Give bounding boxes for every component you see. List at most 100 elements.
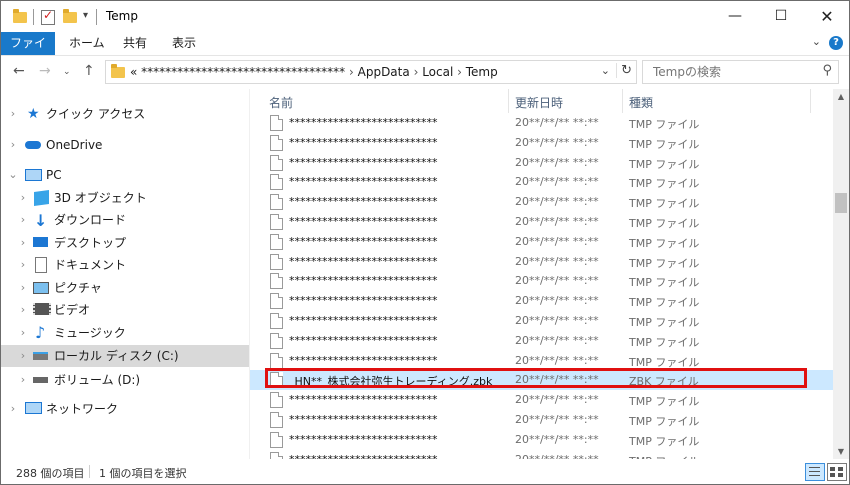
file-row[interactable]: ***************************20**/**/** **…: [250, 172, 833, 192]
file-row[interactable]: ***************************20**/**/** **…: [250, 410, 833, 430]
file-row[interactable]: ***************************20**/**/** **…: [250, 450, 833, 459]
nav-label: ドキュメント: [54, 258, 127, 272]
nav-pc[interactable]: ⌄ PC: [1, 164, 249, 186]
maximize-button[interactable]: ☐: [758, 1, 804, 32]
breadcrumb-appdata[interactable]: AppData: [358, 65, 410, 79]
column-name[interactable]: 名前: [269, 94, 293, 111]
file-type: ZBK ファイル: [629, 375, 699, 389]
expand-chevron-icon[interactable]: ›: [7, 398, 19, 420]
nav-videos[interactable]: › ビデオ: [1, 299, 249, 321]
forward-arrow-icon[interactable]: →: [39, 63, 51, 79]
column-date[interactable]: 更新日時: [515, 94, 563, 111]
file-row[interactable]: ***************************20**/**/** **…: [250, 153, 833, 173]
file-icon: [270, 332, 283, 349]
nav-label: ダウンロード: [54, 213, 127, 227]
nav-network[interactable]: › ネットワーク: [1, 398, 249, 420]
nav-quick-access[interactable]: › ★ クイック アクセス: [1, 103, 249, 125]
search-input[interactable]: [651, 64, 805, 80]
file-type: TMP ファイル: [629, 118, 700, 131]
nav-documents[interactable]: › ドキュメント: [1, 254, 249, 276]
address-history-chevron-icon[interactable]: ⌄: [601, 64, 610, 77]
file-type: TMP ファイル: [629, 157, 700, 171]
tab-home[interactable]: ホーム: [59, 32, 115, 55]
scroll-down-arrow-icon[interactable]: ▼: [833, 447, 849, 456]
nav-volume-d[interactable]: › ボリューム (D:): [1, 369, 249, 391]
expand-chevron-icon[interactable]: ›: [7, 103, 19, 125]
search-icon[interactable]: ⚲: [822, 63, 832, 78]
expand-chevron-icon[interactable]: ›: [17, 277, 29, 299]
file-date: 20**/**/** **:**: [515, 373, 599, 387]
file-row[interactable]: ***************************20**/**/** **…: [250, 133, 833, 153]
expand-chevron-icon[interactable]: ›: [17, 232, 29, 254]
address-hidden-path[interactable]: **********************************: [141, 65, 345, 79]
expand-chevron-icon[interactable]: ›: [17, 209, 29, 231]
cube-icon: [34, 189, 49, 207]
tab-file[interactable]: ファイル: [1, 32, 55, 73]
tab-view[interactable]: 表示: [162, 32, 206, 55]
large-icons-view-button[interactable]: [827, 463, 847, 481]
file-name: ***************************: [289, 155, 438, 169]
nav-desktop[interactable]: › デスクトップ: [1, 232, 249, 254]
expand-chevron-icon[interactable]: ›: [17, 345, 29, 367]
expand-chevron-icon[interactable]: ›: [17, 299, 29, 321]
scroll-up-arrow-icon[interactable]: ▲: [833, 92, 849, 101]
expand-chevron-icon[interactable]: ›: [17, 254, 29, 276]
nav-3d-objects[interactable]: › 3D オブジェクト: [1, 187, 249, 209]
search-box[interactable]: ⚲: [642, 60, 839, 84]
file-row[interactable]: ***************************20**/**/** **…: [250, 113, 833, 133]
recent-locations-icon[interactable]: ⌄: [63, 67, 71, 77]
file-row[interactable]: ***************************20**/**/** **…: [250, 351, 833, 371]
up-arrow-icon[interactable]: ↑: [83, 63, 95, 79]
file-row[interactable]: ***************************20**/**/** **…: [250, 430, 833, 450]
network-icon: [25, 402, 42, 414]
nav-label: ローカル ディスク (C:): [54, 349, 179, 363]
file-row[interactable]: ***************************20**/**/** **…: [250, 192, 833, 212]
file-icon: [270, 273, 283, 290]
expand-ribbon-icon[interactable]: ⌄: [812, 35, 821, 48]
customize-quick-access-icon[interactable]: ▾: [83, 10, 88, 21]
vertical-scrollbar[interactable]: ▲ ▼: [833, 89, 849, 459]
file-row[interactable]: _HN**_株式会社弥生トレーディング.zbk 20**/**/** **:** Z…: [250, 370, 833, 391]
file-row[interactable]: ***************************20**/**/** **…: [250, 331, 833, 351]
minimize-button[interactable]: —: [712, 1, 758, 32]
address-prefix[interactable]: «: [130, 65, 137, 79]
nav-music[interactable]: › ♪ ミュージック: [1, 322, 249, 344]
breadcrumb-temp[interactable]: Temp: [466, 65, 498, 79]
column-divider[interactable]: [810, 89, 811, 113]
status-bar: 288 個の項目 1 個の項目を選択: [1, 459, 849, 484]
collapse-chevron-icon[interactable]: ⌄: [7, 164, 19, 186]
expand-chevron-icon[interactable]: ›: [17, 369, 29, 391]
back-arrow-icon[interactable]: ←: [13, 63, 25, 79]
nav-local-disk-c[interactable]: › ローカル ディスク (C:): [1, 345, 249, 367]
breadcrumb-local[interactable]: Local: [422, 65, 453, 79]
expand-chevron-icon[interactable]: ›: [7, 134, 19, 156]
nav-pictures[interactable]: › ピクチャ: [1, 277, 249, 299]
checkmark-icon[interactable]: [41, 8, 55, 25]
file-row[interactable]: ***************************20**/**/** **…: [250, 212, 833, 232]
file-row[interactable]: ***************************20**/**/** **…: [250, 390, 833, 410]
tab-share[interactable]: 共有: [113, 32, 157, 55]
nav-downloads[interactable]: › ↓ ダウンロード: [1, 209, 249, 231]
file-type: TMP ファイル: [629, 316, 700, 329]
new-folder-icon[interactable]: [63, 9, 77, 23]
expand-chevron-icon[interactable]: ›: [17, 322, 29, 344]
column-divider[interactable]: [622, 89, 623, 113]
column-divider[interactable]: [508, 89, 509, 113]
column-type[interactable]: 種類: [629, 94, 653, 111]
file-name: ***************************: [289, 432, 438, 446]
details-view-button[interactable]: [805, 463, 825, 481]
address-bar[interactable]: « ********************************** › A…: [105, 60, 637, 84]
file-row[interactable]: ***************************20**/**/** **…: [250, 291, 833, 311]
file-row[interactable]: ***************************20**/**/** **…: [250, 252, 833, 272]
help-icon[interactable]: ?: [829, 36, 843, 50]
file-row[interactable]: ***************************20**/**/** **…: [250, 311, 833, 331]
file-icon: [270, 352, 283, 369]
nav-onedrive[interactable]: › OneDrive: [1, 134, 249, 156]
scroll-thumb[interactable]: [835, 193, 847, 213]
expand-chevron-icon[interactable]: ›: [17, 187, 29, 209]
file-row[interactable]: ***************************20**/**/** **…: [250, 232, 833, 252]
file-row[interactable]: ***************************20**/**/** **…: [250, 271, 833, 291]
close-button[interactable]: ✕: [804, 1, 849, 32]
refresh-icon[interactable]: ↻: [616, 63, 632, 78]
file-name: ***************************: [289, 215, 438, 228]
